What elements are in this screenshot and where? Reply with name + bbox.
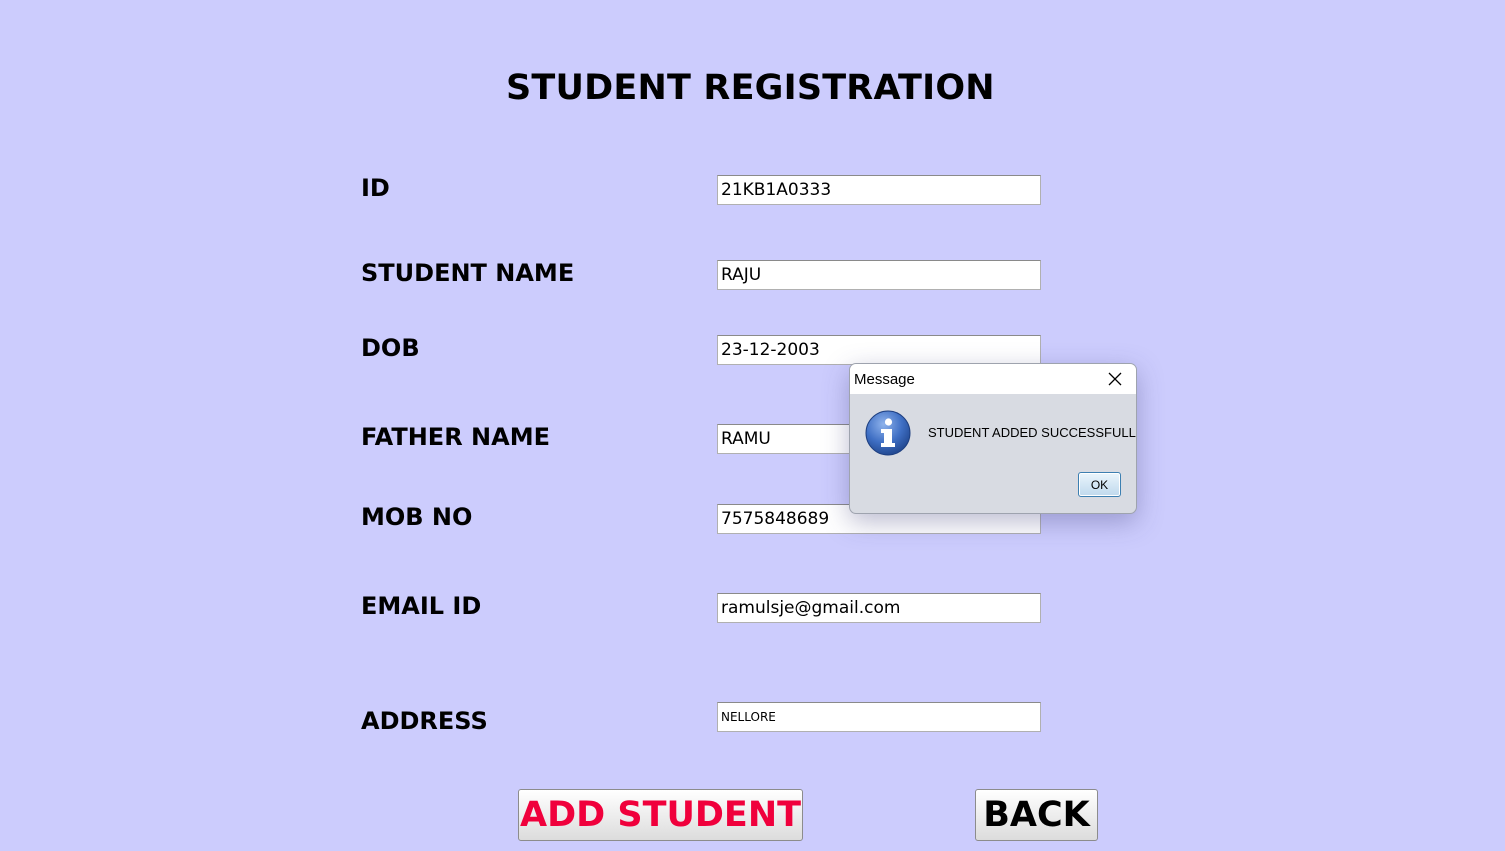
email-id-input[interactable]: ramulsje@gmail.com — [717, 593, 1041, 623]
address-input[interactable]: NELLORE — [717, 702, 1041, 732]
dialog-message: STUDENT ADDED SUCCESSFULL — [928, 425, 1136, 440]
ok-button[interactable]: OK — [1078, 472, 1121, 497]
student-name-input[interactable]: RAJU — [717, 260, 1041, 290]
info-icon — [865, 410, 911, 456]
label-address: ADDRESS — [361, 707, 488, 735]
close-icon — [1108, 372, 1122, 386]
dialog-titlebar: Message — [850, 364, 1136, 394]
label-father-name: FATHER NAME — [361, 423, 550, 451]
back-button[interactable]: BACK — [975, 789, 1098, 841]
dialog-close-button[interactable] — [1094, 364, 1136, 394]
dob-input[interactable]: 23-12-2003 — [717, 335, 1041, 365]
label-dob: DOB — [361, 334, 420, 362]
add-student-button[interactable]: ADD STUDENT — [518, 789, 803, 841]
page-title: STUDENT REGISTRATION — [506, 68, 995, 108]
label-mob-no: MOB NO — [361, 503, 473, 531]
label-id: ID — [361, 174, 390, 202]
message-dialog: Message STUDENT ADDED SUCCESSFULL OK — [849, 363, 1137, 514]
id-input[interactable]: 21KB1A0333 — [717, 175, 1041, 205]
label-email-id: EMAIL ID — [361, 592, 482, 620]
label-student-name: STUDENT NAME — [361, 259, 575, 287]
dialog-title: Message — [854, 371, 915, 388]
